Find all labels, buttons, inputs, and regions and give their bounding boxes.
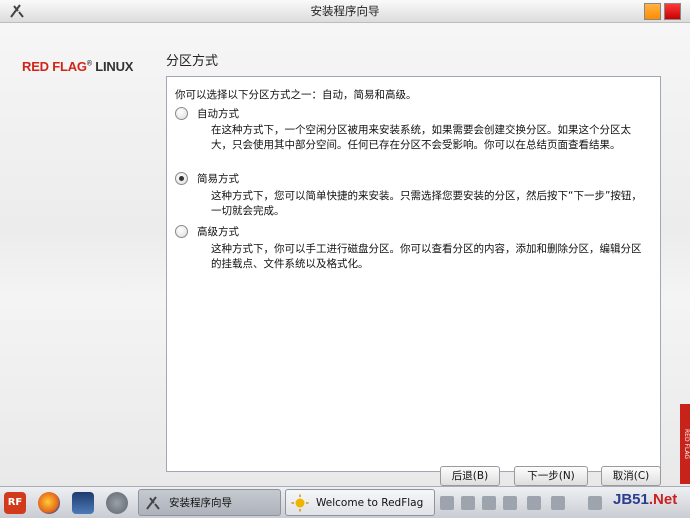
firefox-icon[interactable]: [38, 492, 60, 514]
watermark-main: JB51: [613, 491, 649, 508]
minimize-button[interactable]: [644, 3, 661, 20]
partition-options-panel: 你可以选择以下分区方式之一：自动，简易和高级。 自动方式 在这种方式下，一个空闲…: [166, 76, 661, 472]
tools-icon[interactable]: [106, 492, 128, 514]
option-simple-description: 这种方式下，您可以简单快捷的来安装。只需选择您要安装的分区，然后按下“下一步”按…: [211, 190, 642, 217]
option-auto-label[interactable]: 自动方式: [197, 106, 239, 121]
option-advanced-label[interactable]: 高级方式: [197, 224, 239, 239]
next-button[interactable]: 下一步(N): [514, 466, 588, 486]
logo-text-red: RED FLAG: [22, 59, 87, 74]
close-button[interactable]: [664, 3, 681, 20]
back-button[interactable]: 后退(B): [440, 466, 500, 486]
window-titlebar: 安装程序向导: [0, 0, 690, 23]
task-label: Welcome to RedFlag: [316, 497, 424, 509]
window-title: 安装程序向导: [310, 4, 380, 18]
logo-text-dark: LINUX: [91, 59, 134, 74]
redflag-side-tab: RED FLAG: [680, 404, 690, 484]
wizard-client-area: RED FLAG® LINUX 分区方式 你可以选择以下分区方式之一：自动，简易…: [0, 23, 690, 483]
radio-advanced[interactable]: [175, 225, 188, 238]
option-simple-label[interactable]: 简易方式: [197, 171, 239, 186]
task-installer-wizard[interactable]: 安装程序向导: [138, 489, 281, 516]
taskbar: RF 安装程序向导 Welcome to RedFlag: [0, 486, 690, 518]
sun-icon: [291, 494, 309, 512]
task-welcome-redflag[interactable]: Welcome to RedFlag: [285, 489, 435, 516]
radio-simple[interactable]: [175, 172, 188, 185]
cancel-button[interactable]: 取消(C): [601, 466, 661, 486]
task-label: 安装程序向导: [169, 497, 232, 509]
option-auto-description: 在这种方式下，一个空闲分区被用来安装系统，如果需要会创建交换分区。如果这个分区太…: [211, 124, 631, 151]
start-menu-button[interactable]: RF: [4, 492, 26, 514]
desktop-icon[interactable]: [72, 492, 94, 514]
page-title: 分区方式: [166, 54, 219, 69]
option-advanced-description: 这种方式下，你可以手工进行磁盘分区。你可以查看分区的内容，添加和删除分区，编辑分…: [211, 243, 642, 270]
tray-folder-icon[interactable]: [482, 496, 496, 510]
redflag-logo: RED FLAG® LINUX: [22, 59, 133, 74]
tray-display-icon[interactable]: [551, 496, 565, 510]
watermark: JB51.Net: [613, 491, 677, 508]
tray-user-icon[interactable]: [527, 496, 541, 510]
tray-volume-icon[interactable]: [503, 496, 517, 510]
tray-keyboard-icon[interactable]: [440, 496, 454, 510]
intro-text: 你可以选择以下分区方式之一：自动，简易和高级。: [175, 89, 417, 101]
watermark-tail: .Net: [648, 491, 678, 508]
radio-auto[interactable]: [175, 107, 188, 120]
tray-network-icon[interactable]: [461, 496, 475, 510]
tray-info-icon[interactable]: [588, 496, 602, 510]
wizard-icon: [146, 496, 160, 510]
